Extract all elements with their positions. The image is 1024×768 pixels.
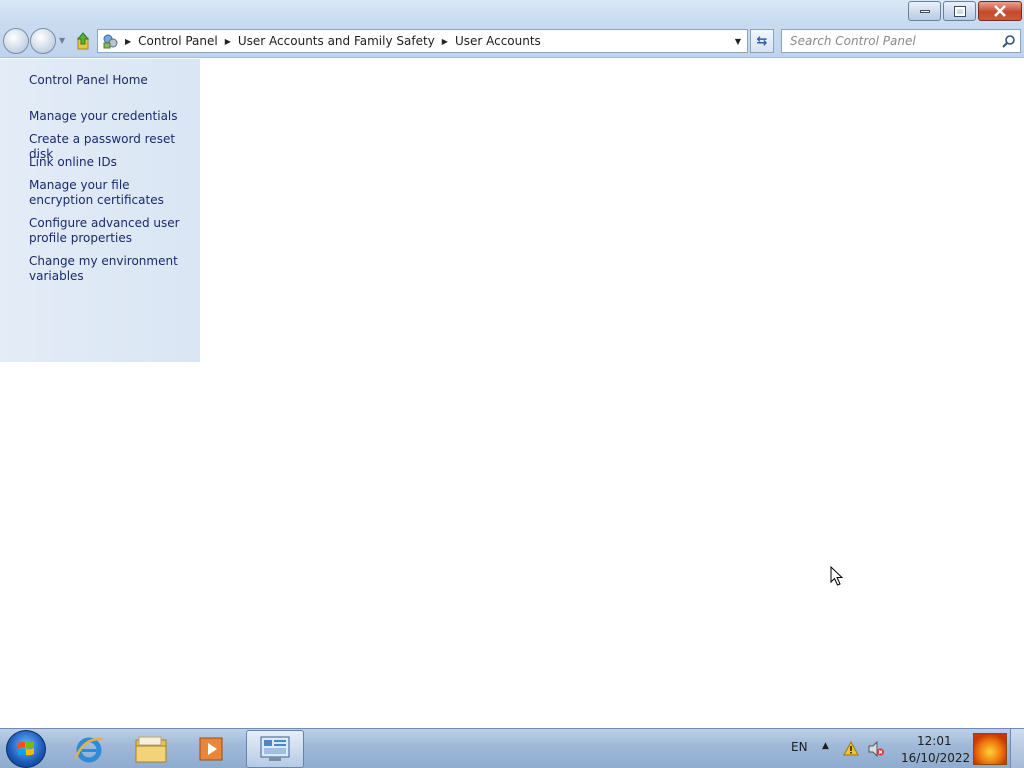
- forward-button[interactable]: [30, 28, 56, 54]
- search-icon[interactable]: [1002, 34, 1016, 48]
- action-center-warning-icon[interactable]: [843, 741, 859, 756]
- address-bar[interactable]: ▶ Control Panel ▶ User Accounts and Fami…: [97, 29, 748, 53]
- volume-muted-icon[interactable]: [867, 741, 885, 757]
- sidebar-item-manage-credentials[interactable]: Manage your credentials: [29, 109, 189, 124]
- main-content-area: [200, 59, 1024, 728]
- minimize-icon: [919, 9, 930, 13]
- breadcrumb-user-accounts[interactable]: User Accounts: [455, 34, 541, 48]
- taskbar: EN ▲ 12:01 16/10/2022: [0, 728, 1024, 768]
- restore-button[interactable]: [943, 1, 976, 21]
- media-player-icon: [199, 737, 223, 761]
- taskbar-media-player[interactable]: [183, 730, 241, 768]
- taskbar-internet-explorer[interactable]: [60, 730, 118, 768]
- folder-icon: [135, 736, 167, 763]
- taskbar-windows-explorer[interactable]: [122, 730, 180, 768]
- recent-pages-dropdown[interactable]: ▼: [59, 36, 65, 45]
- search-box: [781, 29, 1021, 53]
- windows-logo-icon: [18, 741, 34, 756]
- control-panel-icon: [103, 34, 118, 49]
- navigation-bar: ▼ ▶ Control Panel ▶ User Accounts and Fa…: [0, 26, 1024, 58]
- refresh-icon: ⇆: [756, 33, 768, 49]
- chevron-right-icon[interactable]: ▶: [125, 37, 131, 46]
- user-thumbnail-flower: [973, 733, 1007, 765]
- chevron-right-icon[interactable]: ▶: [442, 37, 448, 46]
- breadcrumb-control-panel[interactable]: Control Panel: [138, 34, 218, 48]
- show-desktop-button[interactable]: [1010, 729, 1024, 768]
- clock-time[interactable]: 12:01: [917, 734, 952, 748]
- sidebar-item-environment-variables[interactable]: Change my environment variables: [29, 254, 189, 284]
- task-pane: Control Panel Home Manage your credentia…: [0, 59, 200, 362]
- start-button[interactable]: [6, 730, 46, 768]
- chevron-right-icon[interactable]: ▶: [225, 37, 231, 46]
- clock-date[interactable]: 16/10/2022: [901, 751, 970, 765]
- mouse-cursor-icon: [830, 566, 844, 586]
- search-input[interactable]: [782, 30, 992, 52]
- sidebar-item-file-encryption-certificates[interactable]: Manage your file encryption certificates: [29, 178, 189, 208]
- refresh-button[interactable]: ⇆: [750, 29, 774, 53]
- language-indicator[interactable]: EN: [791, 740, 808, 754]
- address-history-dropdown[interactable]: ▼: [729, 30, 747, 52]
- restore-icon: [953, 5, 966, 17]
- breadcrumb-user-accounts-family-safety[interactable]: User Accounts and Family Safety: [238, 34, 435, 48]
- window-titlebar: [0, 0, 1024, 26]
- close-icon: [994, 5, 1006, 17]
- back-button[interactable]: [3, 28, 29, 54]
- sidebar-item-control-panel-home[interactable]: Control Panel Home: [29, 73, 189, 88]
- minimize-button[interactable]: [908, 1, 941, 21]
- sidebar-item-advanced-profile-properties[interactable]: Configure advanced user profile properti…: [29, 216, 189, 246]
- control-panel-icon: [260, 736, 290, 761]
- caption-buttons: [906, 1, 1022, 21]
- taskbar-control-panel[interactable]: [246, 730, 304, 768]
- show-hidden-icons-icon[interactable]: ▲: [822, 741, 829, 751]
- internet-explorer-icon: [74, 737, 103, 763]
- sidebar-item-link-online-ids[interactable]: Link online IDs: [29, 155, 189, 170]
- up-one-level-icon[interactable]: [75, 32, 91, 50]
- close-button[interactable]: [978, 1, 1022, 21]
